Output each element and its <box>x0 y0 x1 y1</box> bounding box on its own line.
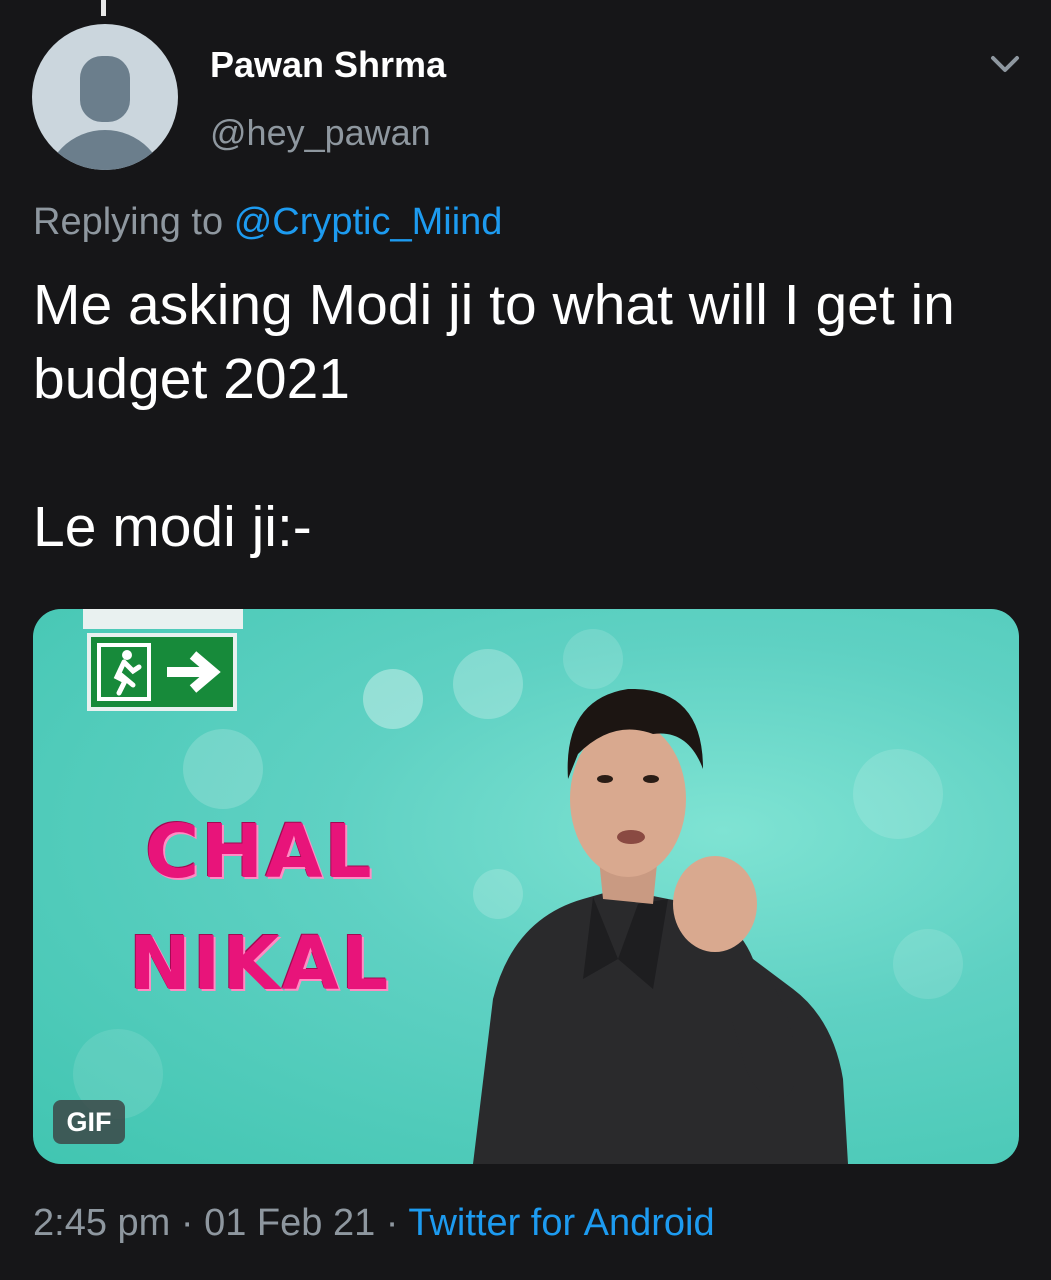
meme-caption-line: CHAL <box>145 809 374 895</box>
gif-media[interactable]: CHAL NIKAL GIF <box>33 609 1019 1164</box>
person-figure <box>473 688 848 1164</box>
meme-caption-line: NIKAL <box>129 921 391 1007</box>
tweet-text-line: Me asking Modi ji to what will I get in … <box>33 273 955 411</box>
tweet-text: Me asking Modi ji to what will I get in … <box>33 268 1023 564</box>
reply-handle-link[interactable]: @Cryptic_Miind <box>234 201 503 243</box>
author-handle[interactable]: @hey_pawan <box>210 112 431 154</box>
tweet-source-link[interactable]: Twitter for Android <box>408 1202 714 1244</box>
tweet-date: 01 Feb 21 <box>204 1202 376 1244</box>
tweet-menu-button[interactable] <box>985 46 1025 82</box>
tweet-text-line: Le modi ji:- <box>33 495 312 559</box>
replying-to-label: Replying to <box>33 201 224 243</box>
default-profile-icon <box>80 56 130 122</box>
emergency-exit-icon <box>87 633 237 711</box>
tweet-meta: 2:45 pm · 01 Feb 21 · Twitter for Androi… <box>33 1202 715 1245</box>
meta-separator: · <box>385 1202 399 1244</box>
meta-separator: · <box>180 1202 194 1244</box>
tweet-time: 2:45 pm <box>33 1202 171 1244</box>
thread-connector-line <box>101 0 106 16</box>
gif-badge: GIF <box>53 1100 125 1144</box>
replying-to-line: Replying to @Cryptic_Miind <box>33 201 502 244</box>
avatar[interactable] <box>32 24 178 170</box>
chevron-down-icon <box>991 56 1019 72</box>
author-display-name[interactable]: Pawan Shrma <box>210 44 446 86</box>
